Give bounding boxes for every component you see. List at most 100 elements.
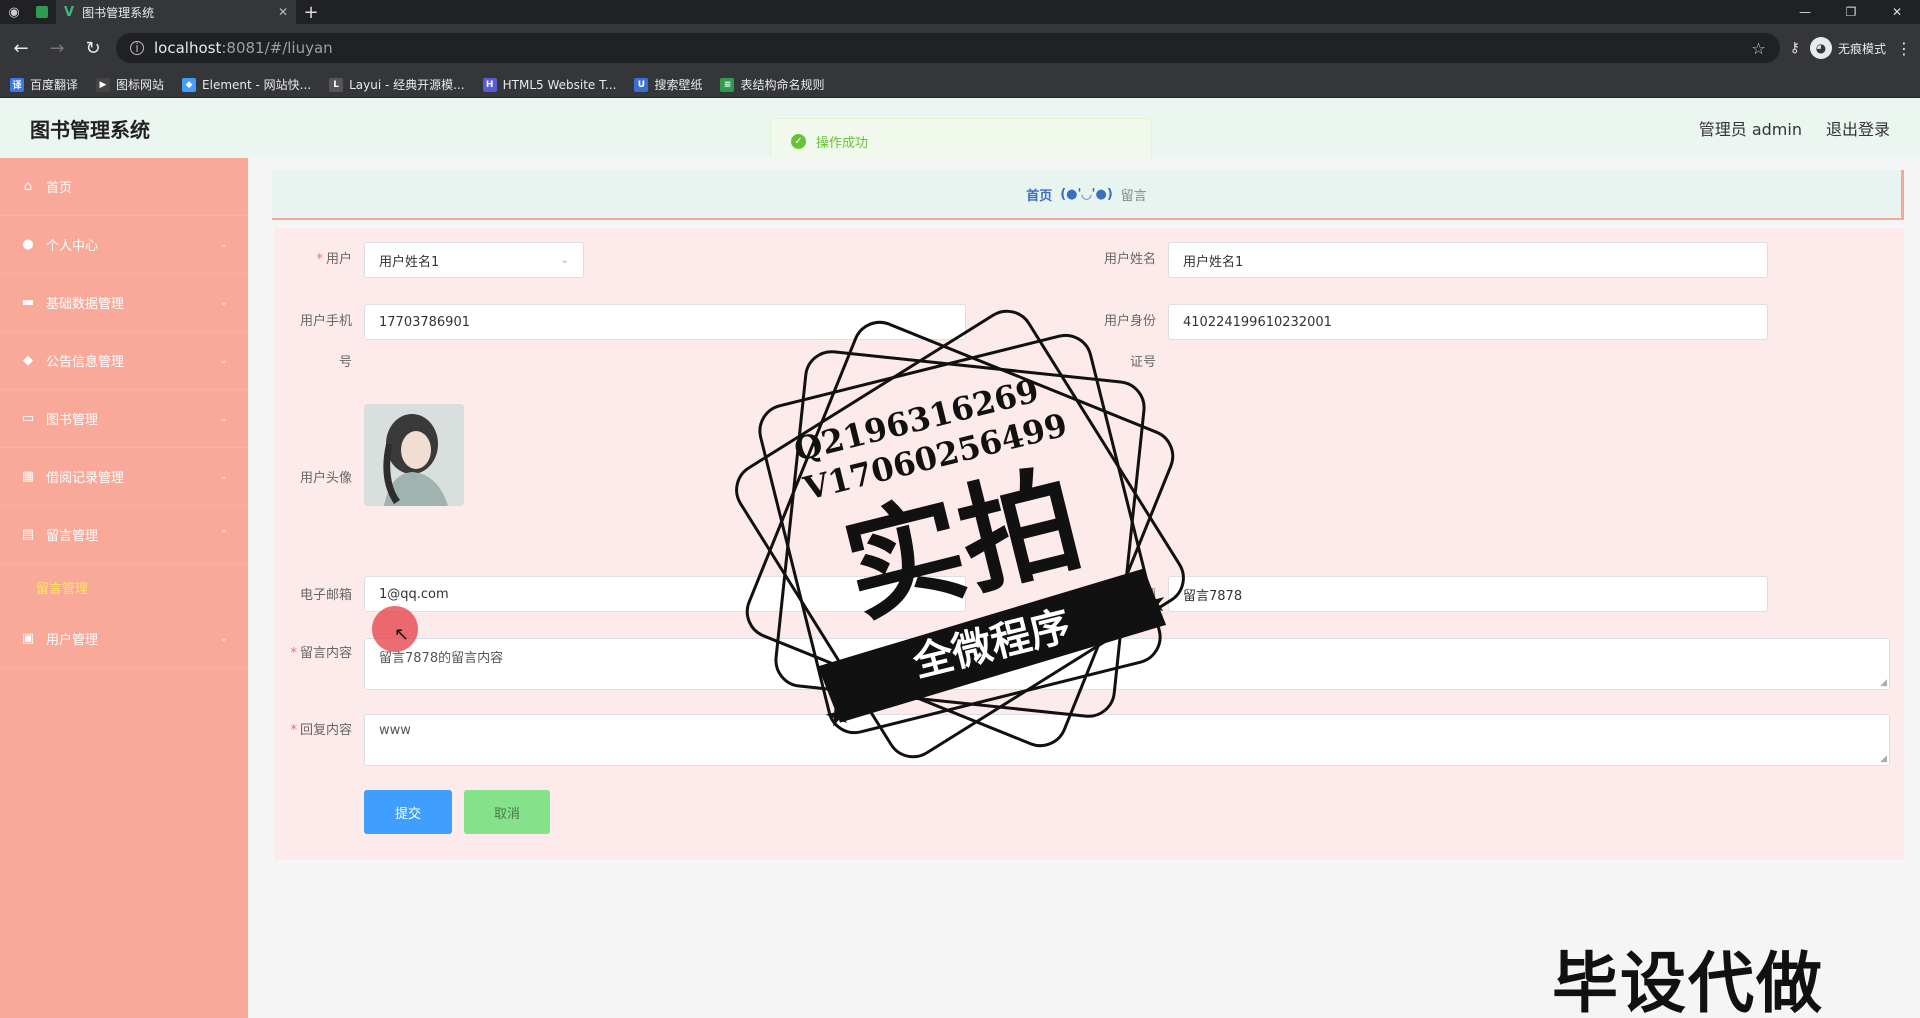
bookmark-label: 图标网站 <box>116 78 165 92</box>
sidebar-item-borrow[interactable]: ▦ 借阅记录管理 ⌄ <box>0 448 248 506</box>
username-input[interactable]: 用户姓名1 <box>1168 242 1768 278</box>
bookmark-label: Element - 网站快... <box>202 78 312 92</box>
bookmarks-bar: 译百度翻译 ▶ 图标网站 ◆ Element - 网站快... L Layui - 经典开源… <box>0 72 1920 98</box>
bookmark-label: 表结构命名规则 <box>740 78 825 92</box>
message-title-input[interactable]: 留言7878 <box>1168 576 1768 612</box>
url-text: localhost:8081/#/liuyan <box>154 39 333 57</box>
chevron-down-icon: ⌄ <box>219 471 228 482</box>
bookmark-favicon-icon: ▶ <box>96 77 111 92</box>
browser-address-bar: ← → ↻ i localhost:8081/#/liuyan ☆ ⚷ ◕ 无痕… <box>0 24 1920 72</box>
close-window-icon[interactable]: ✕ <box>1874 0 1920 24</box>
resize-handle-icon[interactable]: ◢ <box>1880 678 1887 688</box>
submit-button[interactable]: 提交 <box>364 790 452 834</box>
watermark-bottom-text: 毕设代做 <box>1552 945 1824 1018</box>
chevron-down-icon: ⌄ <box>219 413 228 424</box>
message-title-label: 留言标题 <box>1103 588 1156 603</box>
tab-close-icon[interactable]: ✕ <box>278 5 288 19</box>
phone-input[interactable]: 17703786901 <box>364 304 966 340</box>
sidebar-item-message[interactable]: ▤ 留言管理 ⌃ <box>0 506 248 564</box>
email-input[interactable]: 1@qq.com <box>364 576 966 612</box>
location-icon: ◆ <box>23 353 33 368</box>
url-input[interactable]: i localhost:8081/#/liuyan ☆ <box>116 33 1780 63</box>
chevron-down-icon: ⌄ <box>219 239 228 250</box>
sidebar-item-home[interactable]: ⌂ 首页 <box>0 158 248 216</box>
minimize-icon[interactable]: — <box>1782 0 1828 24</box>
bookmark-label: Layui - 经典开源模... <box>349 78 465 92</box>
sidebar-item-users[interactable]: ▣ 用户管理 ⌄ <box>0 610 248 668</box>
bookmark-favicon-icon: ≡ <box>720 77 735 92</box>
browser-tab-active[interactable]: V 图书管理系统 ✕ <box>56 0 296 24</box>
idcard-label-wrap: 证号 <box>1129 355 1156 370</box>
user-icon: ● <box>22 237 34 252</box>
breadcrumb: 首页 (●'◡'●) 留言 <box>272 170 1904 220</box>
chevron-down-icon: ⌄ <box>219 633 228 644</box>
bookmark-favicon-icon: U <box>634 77 649 92</box>
reload-icon[interactable]: ↻ <box>80 35 106 61</box>
bookmark-item[interactable]: L Layui - 经典开源模... <box>329 76 465 93</box>
reply-content-textarea[interactable]: www ◢ <box>364 714 1890 766</box>
toast-message: 操作成功 <box>816 135 869 151</box>
bookmark-label: HTML5 Website T... <box>502 77 617 92</box>
bookmark-item[interactable]: U 搜索壁纸 <box>634 76 702 93</box>
bookmark-item[interactable]: ▶ 图标网站 <box>96 76 164 93</box>
bookmark-favicon-icon: H <box>482 77 497 92</box>
bookmark-item[interactable]: ◆ Element - 网站快... <box>182 76 311 93</box>
bookmark-star-icon[interactable]: ☆ <box>1751 39 1765 58</box>
bookmark-favicon-icon: L <box>329 77 344 92</box>
cancel-button[interactable]: 取消 <box>464 790 550 834</box>
breadcrumb-home[interactable]: 首页 <box>1026 185 1052 204</box>
tab-title: 图书管理系统 <box>82 5 155 20</box>
bookmark-label: 搜索壁纸 <box>654 78 703 92</box>
sidebar-item-notice[interactable]: ◆ 公告信息管理 ⌄ <box>0 332 248 390</box>
chevron-down-icon: ⌄ <box>560 254 569 266</box>
browser-menu-icon[interactable]: ◉ <box>0 0 28 24</box>
back-icon[interactable]: ← <box>8 35 34 61</box>
restore-icon[interactable]: ❐ <box>1828 0 1874 24</box>
pinned-tab-icon[interactable] <box>28 0 56 24</box>
home-icon: ⌂ <box>23 179 33 194</box>
idcard-label: 用户身份 <box>1103 314 1156 329</box>
message-content-label: * 留言内容 <box>290 646 352 661</box>
bookmark-item[interactable]: H HTML5 Website T... <box>482 77 617 92</box>
table-icon: ▤ <box>21 527 35 542</box>
sidebar-subitem-message[interactable]: 留言管理 <box>0 564 248 610</box>
chevron-down-icon: ⌄ <box>219 297 228 308</box>
incognito-icon: ◕ <box>1809 37 1832 59</box>
book-icon: ▭ <box>21 411 35 426</box>
sidebar-item-personal[interactable]: ● 个人中心 ⌄ <box>0 216 248 274</box>
logout-link[interactable]: 退出登录 <box>1826 116 1890 140</box>
sidebar-item-books[interactable]: ▭ 图书管理 ⌄ <box>0 390 248 448</box>
new-tab-button[interactable]: + <box>296 0 326 24</box>
current-user-label: 管理员 admin <box>1698 120 1802 139</box>
bookmark-favicon-icon: ◆ <box>182 77 197 92</box>
incognito-indicator[interactable]: ◕ 无痕模式 <box>1809 37 1886 59</box>
browser-more-icon[interactable]: ⋮ <box>1896 39 1912 58</box>
window-controls: — ❐ ✕ <box>1782 0 1920 24</box>
phone-label-wrap: 号 <box>338 355 352 370</box>
message-content-textarea[interactable]: 留言7878的留言内容 ◢ <box>364 638 1890 690</box>
email-label: 电子邮箱 <box>299 588 352 603</box>
resize-handle-icon[interactable]: ◢ <box>1880 754 1887 764</box>
idcard-input[interactable]: 410224199610232001 <box>1168 304 1768 340</box>
avatar[interactable] <box>364 404 464 506</box>
reply-content-label: * 回复内容 <box>290 723 352 738</box>
chevron-up-icon: ⌃ <box>219 529 228 540</box>
breadcrumb-current: 留言 <box>1120 188 1147 204</box>
avatar-label: 用户头像 <box>299 471 352 486</box>
phone-label: 用户手机 <box>299 314 352 329</box>
bookmark-item[interactable]: 译百度翻译 <box>10 76 78 93</box>
bookmark-label: 百度翻译 <box>30 78 79 92</box>
user-select[interactable]: 用户姓名1 ⌄ <box>364 242 584 278</box>
bookmark-item[interactable]: ≡ 表结构命名规则 <box>720 76 824 93</box>
forward-icon[interactable]: → <box>44 35 70 61</box>
user-select-label: * 用户 <box>316 252 352 267</box>
incognito-label: 无痕模式 <box>1837 41 1886 56</box>
sidebar-item-basic-data[interactable]: ▬ 基础数据管理 ⌄ <box>0 274 248 332</box>
site-info-icon[interactable]: i <box>130 41 144 55</box>
mouse-cursor-icon: ↖ <box>394 624 410 645</box>
breadcrumb-separator: (●'◡'●) <box>1060 186 1113 202</box>
password-key-icon[interactable]: ⚷ <box>1790 40 1800 56</box>
vue-logo-icon: V <box>64 4 75 20</box>
check-circle-icon: ✓ <box>791 133 806 149</box>
username-label: 用户姓名 <box>1103 252 1156 267</box>
